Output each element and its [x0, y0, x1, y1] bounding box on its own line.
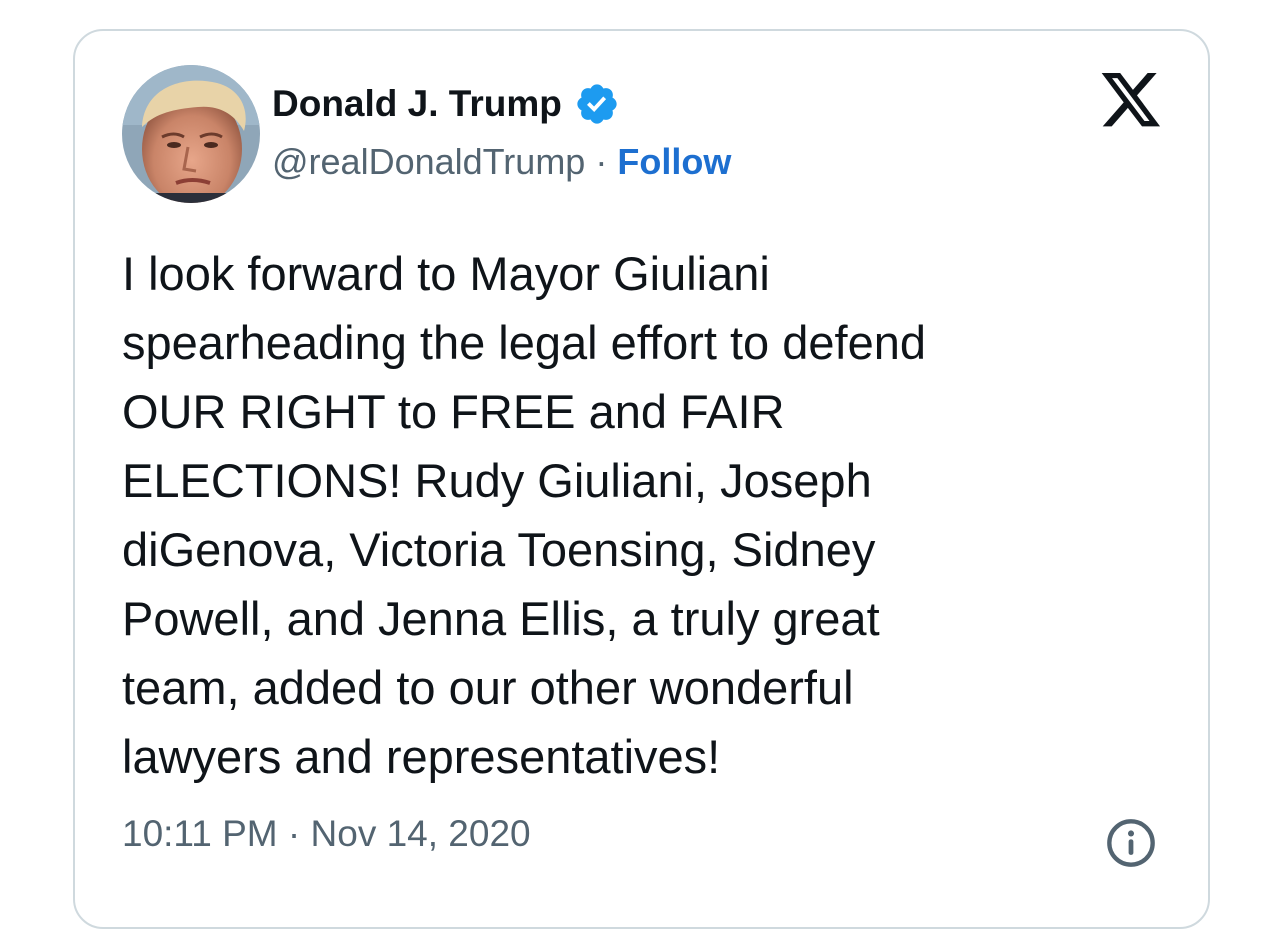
tweet-text-line: ELECTIONS! Rudy Giuliani, Joseph — [122, 454, 872, 507]
display-name[interactable]: Donald J. Trump — [272, 83, 562, 125]
tweet-text-line: spearheading the legal effort to defend — [122, 316, 926, 369]
author-handle-row: @realDonaldTrump · Follow — [272, 141, 731, 183]
tweet-date: Nov 14, 2020 — [310, 813, 531, 854]
author-name-row: Donald J. Trump — [272, 81, 620, 127]
tweet-text-line: I look forward to Mayor Giuliani — [122, 247, 770, 300]
tweet-text-line: lawyers and representatives! — [122, 730, 721, 783]
separator-dot: · — [595, 141, 608, 182]
verified-badge-icon — [577, 84, 617, 124]
follow-button[interactable]: Follow — [617, 141, 731, 182]
avatar[interactable] — [122, 65, 260, 203]
tweet-text-line: team, added to our other wonderful — [122, 661, 854, 714]
tweet-time: 10:11 PM — [122, 813, 278, 854]
author-handle[interactable]: @realDonaldTrump — [272, 141, 585, 182]
tweet-text: I look forward to Mayor Giuliani spearhe… — [122, 239, 1182, 791]
profile-photo — [122, 65, 260, 203]
tweet-text-line: diGenova, Victoria Toensing, Sidney — [122, 523, 876, 576]
tweet-card: Donald J. Trump @realDonaldTrump · Follow … — [73, 29, 1210, 929]
info-icon[interactable] — [1105, 817, 1157, 869]
tweet-text-line: Powell, and Jenna Ellis, a truly great — [122, 592, 880, 645]
x-logo-icon[interactable] — [1099, 70, 1163, 132]
tweet-text-line: OUR RIGHT to FREE and FAIR — [122, 385, 785, 438]
timestamp-separator: · — [287, 813, 301, 854]
tweet-timestamp[interactable]: 10:11 PM · Nov 14, 2020 — [122, 813, 531, 855]
